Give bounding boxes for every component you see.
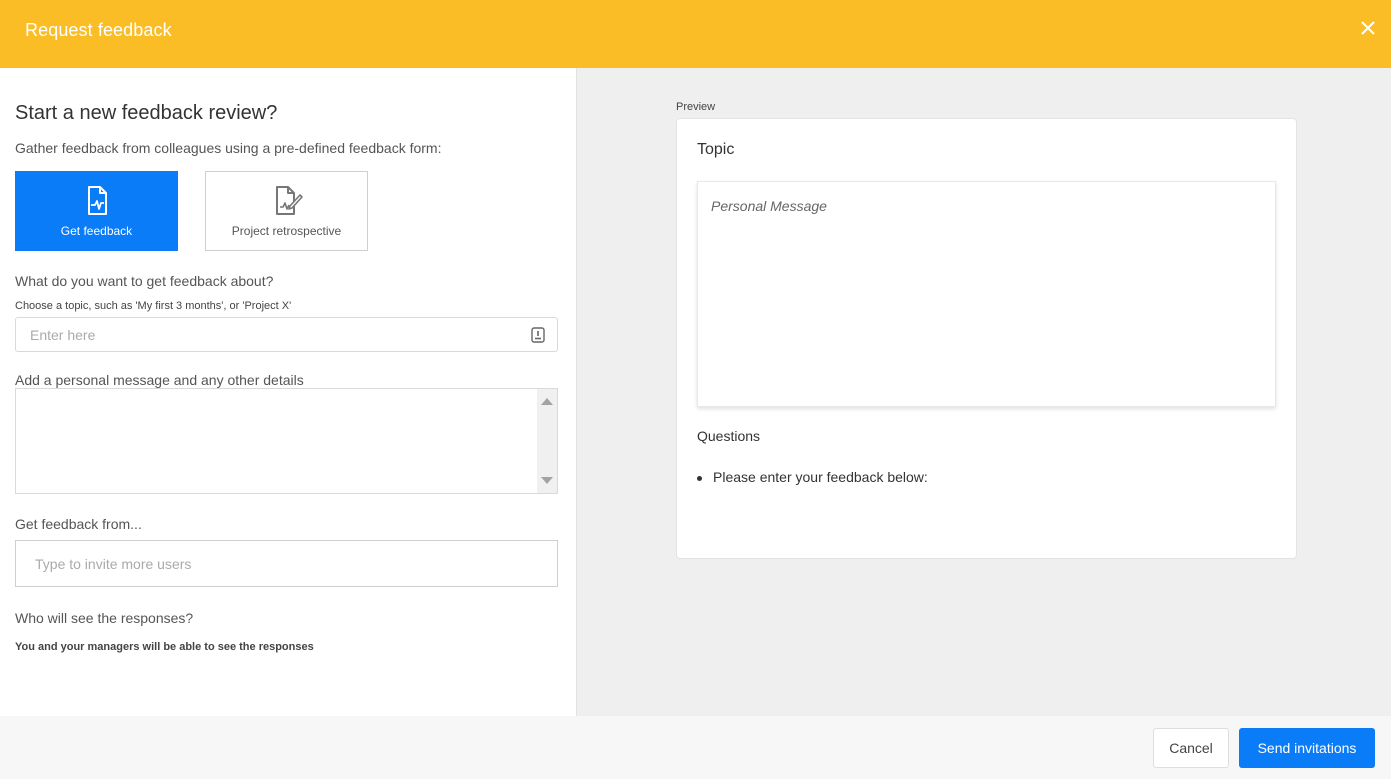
- dialog-header: Request feedback: [0, 0, 1391, 68]
- message-scrollbar[interactable]: [537, 389, 557, 493]
- cancel-button[interactable]: Cancel: [1153, 728, 1229, 768]
- scroll-up-icon[interactable]: [541, 398, 553, 405]
- invite-label: Get feedback from...: [15, 516, 142, 532]
- message-field[interactable]: [15, 388, 558, 494]
- preview-label: Preview: [676, 101, 716, 113]
- form-option-project-retrospective[interactable]: Project retrospective: [205, 171, 368, 251]
- close-icon[interactable]: [1359, 19, 1377, 37]
- dialog-footer: Cancel Send invitations: [0, 716, 1391, 779]
- dialog-title: Request feedback: [25, 20, 172, 40]
- document-edit-icon: [275, 186, 303, 215]
- section-title: Start a new feedback review?: [15, 102, 278, 124]
- visibility-text: You and your managers will be able to se…: [15, 641, 314, 653]
- document-pulse-icon: [87, 186, 107, 215]
- preview-card: Topic Personal Message Questions Please …: [676, 118, 1297, 559]
- preview-panel: Preview Topic Personal Message Questions…: [577, 68, 1391, 716]
- form-option-label: Project retrospective: [231, 224, 342, 238]
- form-option-label: Get feedback: [60, 224, 133, 238]
- topic-input[interactable]: [30, 318, 510, 351]
- topic-hint: Choose a topic, such as 'My first 3 mont…: [15, 300, 292, 312]
- preview-message-placeholder: Personal Message: [711, 198, 827, 214]
- preview-question-item: Please enter your feedback below:: [697, 469, 928, 485]
- section-subtitle: Gather feedback from colleagues using a …: [15, 140, 442, 156]
- preview-questions-label: Questions: [697, 428, 761, 444]
- visibility-label: Who will see the responses?: [15, 610, 194, 626]
- topic-field[interactable]: [15, 317, 558, 352]
- preview-topic: Topic: [697, 141, 735, 158]
- form-option-get-feedback[interactable]: Get feedback: [15, 171, 178, 251]
- scroll-down-icon[interactable]: [541, 477, 553, 484]
- topic-label: What do you want to get feedback about?: [15, 273, 274, 289]
- send-invitations-button[interactable]: Send invitations: [1239, 728, 1375, 768]
- form-panel: Start a new feedback review? Gather feed…: [0, 68, 577, 716]
- input-badge-icon: [531, 327, 545, 343]
- message-label: Add a personal message and any other det…: [15, 372, 304, 388]
- invite-field[interactable]: [15, 540, 558, 587]
- preview-questions-list: Please enter your feedback below:: [697, 469, 928, 485]
- preview-message-box: Personal Message: [697, 181, 1276, 407]
- message-textarea[interactable]: [16, 389, 536, 493]
- invite-input[interactable]: [35, 541, 535, 586]
